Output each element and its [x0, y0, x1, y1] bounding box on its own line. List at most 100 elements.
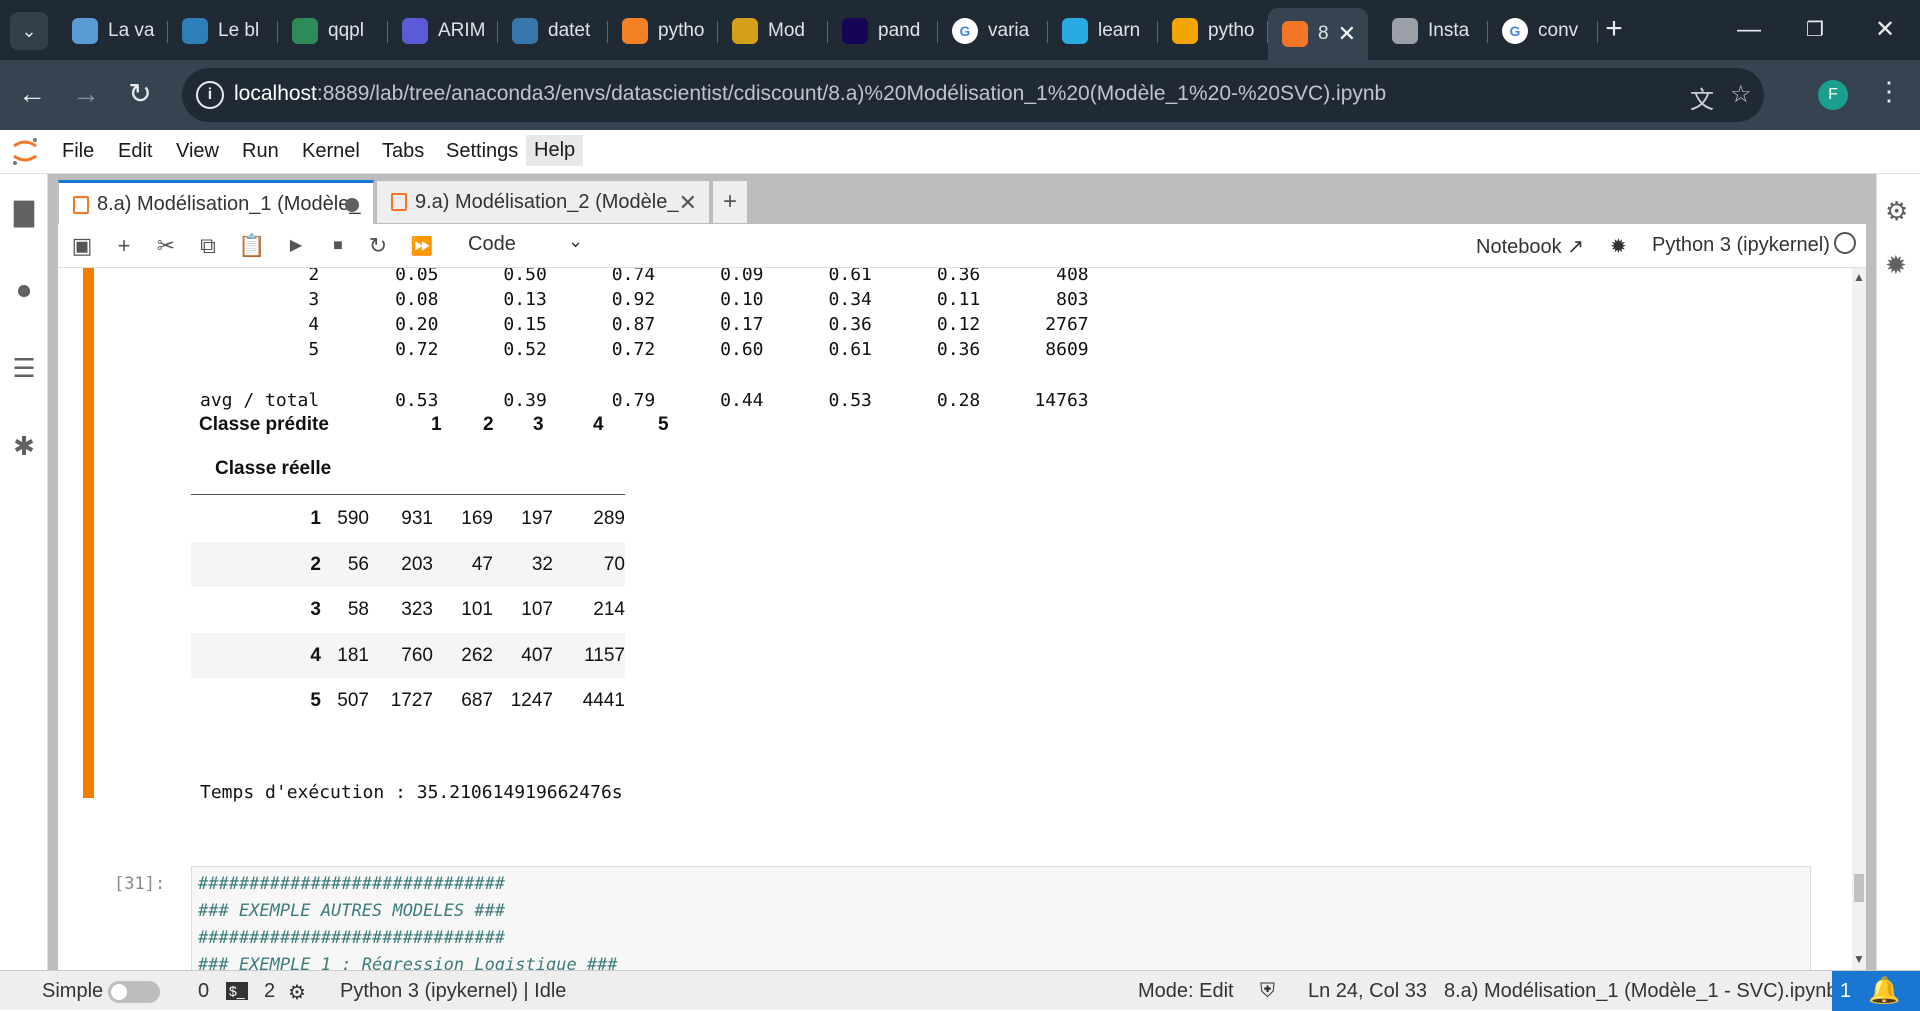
property-inspector-icon[interactable]: ⚙ — [1885, 196, 1908, 227]
debugger-icon[interactable]: ✹ — [1610, 234, 1627, 259]
kernel-name[interactable]: Python 3 (ipykernel) — [1652, 234, 1830, 257]
table-cell: 101 — [461, 599, 493, 620]
menu-help[interactable]: Help — [526, 135, 584, 166]
browser-tab[interactable]: datet — [498, 8, 608, 54]
browser-tab[interactable]: ARIM — [388, 8, 498, 54]
table-cell: 169 — [461, 508, 493, 529]
extensions-icon[interactable]: ✱ — [10, 432, 38, 460]
save-icon[interactable]: ▣ — [68, 232, 96, 260]
run-icon[interactable]: ▶ — [282, 232, 310, 260]
menu-file[interactable]: File — [62, 140, 94, 163]
browser-tab[interactable]: pytho — [1158, 8, 1268, 54]
bookmark-star-icon[interactable]: ☆ — [1730, 80, 1752, 109]
new-launcher-button[interactable]: + — [712, 180, 748, 224]
menu-tabs[interactable]: Tabs — [382, 140, 424, 163]
open-in-notebook-link[interactable]: Notebook ↗ — [1476, 234, 1584, 259]
menu-settings[interactable]: Settings — [446, 140, 518, 163]
scroll-down-icon[interactable]: ▼ — [1852, 952, 1866, 966]
browser-tab-strip: ⌄ La va Le bl qqpl ARIM datet pytho Mod pand Gva… — [0, 0, 1920, 60]
shield-icon[interactable]: ⛨ — [1260, 980, 1275, 1003]
folder-icon[interactable]: ▇ — [10, 198, 38, 226]
browser-tab[interactable]: qqpl — [278, 8, 388, 54]
menu-edit[interactable]: Edit — [118, 140, 152, 163]
menu-view[interactable]: View — [176, 140, 219, 163]
sklearn-icon — [1062, 18, 1088, 44]
notification-count: 1 — [1840, 980, 1852, 1002]
paste-icon[interactable]: 📋 — [238, 232, 266, 260]
output-collapser[interactable] — [83, 268, 94, 798]
browser-tab[interactable]: 8 ✕ — [1268, 8, 1368, 60]
scroll-thumb[interactable] — [1854, 874, 1864, 902]
running-kernels-icon[interactable]: ⏺ — [10, 276, 38, 304]
browser-tab[interactable]: pand — [828, 8, 938, 54]
table-cell: 507 — [337, 690, 369, 711]
menu-run[interactable]: Run — [242, 140, 279, 163]
table-cell: 262 — [461, 644, 493, 666]
restore-button[interactable]: ❐ — [1792, 12, 1838, 48]
insert-cell-icon[interactable]: + — [110, 232, 138, 260]
table-of-contents-icon[interactable]: ☰ — [10, 354, 38, 382]
simple-mode-label: Simple — [42, 980, 104, 1002]
doc-tab-modelisation-2[interactable]: 9.a) Modélisation_2 (Modèle_ ✕ — [376, 180, 710, 224]
vertical-scrollbar[interactable]: ▲ ▼ — [1852, 268, 1866, 970]
browser-tab[interactable]: Le bl — [168, 8, 278, 54]
row-index: 1 — [310, 508, 321, 529]
scroll-up-icon[interactable]: ▲ — [1852, 270, 1866, 284]
browser-tab[interactable]: La va — [58, 8, 168, 54]
report-row: 3 0.08 0.13 0.92 0.10 0.34 0.11 803 — [200, 289, 1089, 310]
simple-mode-toggle[interactable] — [108, 981, 160, 1003]
table-cell: 323 — [401, 599, 433, 620]
forward-button[interactable]: → — [66, 74, 106, 114]
copy-icon[interactable]: ⧉ — [194, 232, 222, 260]
browser-menu-icon[interactable]: ⋮ — [1876, 76, 1902, 107]
kernel-count[interactable]: 2 — [264, 980, 275, 1003]
restart-icon[interactable]: ↻ — [364, 232, 392, 260]
table-cell: 760 — [401, 644, 433, 666]
notebook-label: Notebook — [1476, 236, 1562, 258]
report-row: avg / total 0.53 0.39 0.79 0.44 0.53 0.2… — [200, 390, 1089, 411]
restart-run-all-icon[interactable]: ⏩ — [408, 232, 436, 260]
browser-tab[interactable]: Mod — [718, 8, 828, 54]
close-window-button[interactable]: ✕ — [1862, 12, 1908, 48]
kernel-state[interactable]: Python 3 (ipykernel) | Idle — [340, 980, 566, 1003]
browser-tab[interactable]: learn — [1048, 8, 1158, 54]
stackoverflow-icon — [622, 18, 648, 44]
browser-tab[interactable]: Gconv — [1488, 8, 1598, 54]
tab-search-button[interactable]: ⌄ — [10, 12, 48, 50]
table-cell: 590 — [337, 508, 369, 529]
bar-chart-icon — [72, 18, 98, 44]
site-info-icon[interactable]: i — [196, 81, 224, 109]
cursor-position[interactable]: Ln 24, Col 33 — [1308, 980, 1427, 1003]
cut-icon[interactable]: ✂ — [152, 232, 180, 260]
stop-icon[interactable]: ■ — [324, 232, 352, 260]
edit-mode: Mode: Edit — [1138, 980, 1234, 1002]
notebook-cells: 2 0.05 0.50 0.74 0.09 0.61 0.36 408 3 0.… — [58, 268, 1866, 970]
browser-tab-label: 8 — [1318, 23, 1329, 44]
url-host: localhost — [234, 82, 317, 105]
reload-button[interactable]: ↻ — [120, 74, 160, 114]
doc-tab-modelisation-1[interactable]: 8.a) Modélisation_1 (Modèle_ — [58, 180, 374, 226]
minimize-button[interactable]: — — [1726, 12, 1772, 48]
new-tab-button[interactable]: + — [1596, 12, 1632, 46]
address-bar[interactable]: i localhost:8889/lab/tree/anaconda3/envs… — [182, 68, 1764, 122]
terminal-count[interactable]: 0 — [198, 980, 209, 1003]
translate-icon[interactable]: 文 — [1690, 80, 1714, 115]
table-cell: 1157 — [584, 644, 625, 666]
browser-tab[interactable]: Insta — [1378, 8, 1488, 54]
debugger-panel-icon[interactable]: ✹ — [1885, 250, 1907, 281]
unsaved-dot-icon[interactable] — [345, 198, 359, 212]
notifications-button[interactable]: 1 🔔 — [1832, 971, 1920, 1011]
profile-avatar[interactable]: F — [1818, 80, 1848, 110]
cell-type-select[interactable]: Code ⌄ — [468, 231, 588, 256]
google-icon: G — [952, 18, 978, 44]
menu-kernel[interactable]: Kernel — [302, 140, 360, 163]
url-text[interactable]: localhost:8889/lab/tree/anaconda3/envs/d… — [234, 82, 1386, 106]
table-cell: 47 — [471, 553, 493, 575]
browser-tab[interactable]: Gvaria — [938, 8, 1048, 54]
browser-tab[interactable]: pytho — [608, 8, 718, 54]
close-tab-icon[interactable]: ✕ — [1338, 21, 1356, 47]
right-sidebar: ⚙ ✹ — [1876, 174, 1920, 970]
close-icon[interactable]: ✕ — [679, 190, 697, 216]
row-index: 4 — [310, 644, 321, 666]
back-button[interactable]: ← — [12, 74, 52, 114]
